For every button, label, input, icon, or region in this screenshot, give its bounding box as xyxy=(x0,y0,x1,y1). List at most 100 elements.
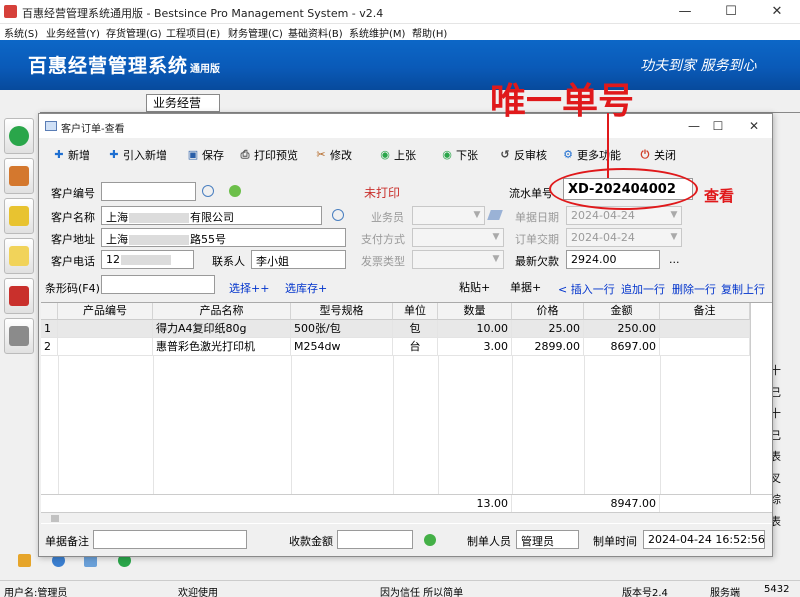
import-add-button[interactable]: ✚ 引入新增 xyxy=(108,147,167,163)
brand-title: 百惠经营管理系统 通用版 xyxy=(28,51,220,78)
order-date-picker[interactable]: 2024-04-24 ▼ xyxy=(566,228,682,247)
dialog-maximize-button[interactable]: ☐ xyxy=(703,116,733,136)
menu-maintenance[interactable]: 系统维护(M) xyxy=(349,25,405,40)
maximize-button[interactable]: ☐ xyxy=(708,0,754,24)
column-header[interactable]: 单位 xyxy=(393,303,438,320)
cell-unit[interactable]: 台 xyxy=(393,338,438,356)
column-header[interactable]: 数量 xyxy=(438,303,512,320)
paste-button[interactable]: 粘贴+ xyxy=(459,279,490,295)
left-tool-1[interactable] xyxy=(4,118,34,154)
menu-finance[interactable]: 财务管理(C) xyxy=(228,25,283,40)
copy-row-link[interactable]: 复制上行 xyxy=(721,281,765,297)
left-tool-6[interactable] xyxy=(4,318,34,354)
cell-qty[interactable]: 3.00 xyxy=(438,338,512,356)
add-button[interactable]: ✚ 新增 xyxy=(53,147,90,163)
left-tool-5[interactable] xyxy=(4,278,34,314)
next-button[interactable]: ◉ 下张 xyxy=(441,147,478,163)
green-dot-icon[interactable] xyxy=(229,185,241,197)
cell-unit[interactable]: 包 xyxy=(393,320,438,338)
select-link[interactable]: 选择++ xyxy=(229,280,269,296)
close-button[interactable]: ✕ xyxy=(754,0,800,24)
next-label: 下张 xyxy=(456,149,478,162)
cell-amount[interactable]: 8697.00 xyxy=(584,338,660,356)
book-icon xyxy=(9,286,29,306)
cell-name[interactable]: 惠普彩色激光打印机 xyxy=(153,338,291,356)
green-status-icon xyxy=(424,534,436,546)
customer-code-input[interactable] xyxy=(101,182,196,201)
insert-row-link[interactable]: < 插入一行 xyxy=(558,281,615,297)
more-functions-button[interactable]: ⚙ 更多功能 xyxy=(562,147,621,163)
print-preview-button[interactable]: ⎙ 打印预览 xyxy=(239,147,298,163)
phone-input[interactable]: 12 xyxy=(101,250,194,269)
menu-inventory[interactable]: 存货管理(G) xyxy=(106,25,162,40)
cell-code[interactable] xyxy=(58,338,153,356)
save-button[interactable]: ▣ 保存 xyxy=(187,147,224,163)
cell-spec[interactable]: 500张/包 xyxy=(291,320,393,338)
price-button[interactable]: 单据+ xyxy=(510,279,541,295)
key-icon[interactable] xyxy=(18,554,31,567)
column-header[interactable]: 产品编号 xyxy=(58,303,153,320)
cell-amount[interactable]: 250.00 xyxy=(584,320,660,338)
cell-note[interactable] xyxy=(660,338,750,356)
arrears-field[interactable]: 2924.00 xyxy=(566,250,660,269)
star-icon xyxy=(9,206,29,226)
total-qty: 13.00 xyxy=(438,495,512,513)
table-row[interactable]: 2 惠普彩色激光打印机 M254dw 台 3.00 2899.00 8697.0… xyxy=(41,338,750,356)
table-row[interactable]: 1 得力A4复印纸80g 500张/包 包 10.00 25.00 250.00 xyxy=(41,320,750,338)
invoice-type-select[interactable]: ▼ xyxy=(412,250,504,269)
received-input[interactable] xyxy=(337,530,413,549)
prev-icon: ◉ xyxy=(380,148,390,161)
gear-icon: ⚙ xyxy=(563,148,573,161)
menu-help[interactable]: 帮助(H) xyxy=(412,25,447,40)
delete-row-link[interactable]: 删除一行 xyxy=(672,281,716,297)
cell-name[interactable]: 得力A4复印纸80g xyxy=(153,320,291,338)
column-header[interactable]: 备注 xyxy=(660,303,750,320)
order-date-value: 2024-04-24 xyxy=(571,231,635,244)
customer-name-suffix: 有限公司 xyxy=(190,211,234,224)
append-row-link[interactable]: 追加一行 xyxy=(621,281,665,297)
arrears-more-button[interactable]: ... xyxy=(669,253,680,266)
scrollbar-thumb[interactable] xyxy=(51,515,59,522)
cell-price[interactable]: 2899.00 xyxy=(512,338,584,356)
column-header[interactable]: 产品名称 xyxy=(153,303,291,320)
close-dialog-button[interactable]: ⏻ 关闭 xyxy=(639,147,676,163)
prev-button[interactable]: ◉ 上张 xyxy=(379,147,416,163)
dialog-close-button[interactable]: ✕ xyxy=(739,116,769,136)
address-input[interactable]: 上海 路55号 xyxy=(101,228,346,247)
menu-basic-data[interactable]: 基础资料(B) xyxy=(288,25,343,40)
left-tool-3[interactable] xyxy=(4,198,34,234)
remark-input[interactable] xyxy=(93,530,247,549)
cell-note[interactable] xyxy=(660,320,750,338)
horizontal-scrollbar[interactable] xyxy=(41,512,772,523)
cell-code[interactable] xyxy=(58,320,153,338)
edit-button[interactable]: ✂ 修改 xyxy=(315,147,352,163)
contact-input[interactable]: 李小姐 xyxy=(251,250,346,269)
menu-projects[interactable]: 工程项目(E) xyxy=(166,25,220,40)
cell-spec[interactable]: M254dw xyxy=(291,338,393,356)
barcode-input[interactable] xyxy=(101,275,215,294)
tab-business[interactable]: 业务经营 xyxy=(146,94,220,112)
menu-business[interactable]: 业务经营(Y) xyxy=(46,25,100,40)
search-icon[interactable] xyxy=(202,185,214,197)
menu-system[interactable]: 系统(S) xyxy=(4,25,38,40)
pay-method-select[interactable]: ▼ xyxy=(412,228,504,247)
left-tool-2[interactable] xyxy=(4,158,34,194)
prev-label: 上张 xyxy=(394,149,416,162)
minimize-button[interactable]: — xyxy=(662,0,708,24)
eraser-icon[interactable] xyxy=(487,210,503,220)
cell-qty[interactable]: 10.00 xyxy=(438,320,512,338)
make-time-field[interactable]: 2024-04-24 16:52:56 xyxy=(643,530,765,549)
column-header[interactable]: 型号规格 xyxy=(291,303,393,320)
status-server: 服务端 xyxy=(710,588,740,597)
customer-name-input[interactable]: 上海 有限公司 xyxy=(101,206,322,225)
search-icon[interactable] xyxy=(332,209,344,221)
left-tool-4[interactable] xyxy=(4,238,34,274)
column-header[interactable]: 价格 xyxy=(512,303,584,320)
salesman-select[interactable]: ▼ xyxy=(412,206,485,225)
maker-field[interactable]: 管理员 xyxy=(516,530,579,549)
select-stock-link[interactable]: 选库存+ xyxy=(285,280,327,296)
customer-name-prefix: 上海 xyxy=(106,211,128,224)
unaudit-button[interactable]: ↺ 反审核 xyxy=(499,147,547,163)
cell-price[interactable]: 25.00 xyxy=(512,320,584,338)
column-header[interactable]: 金额 xyxy=(584,303,660,320)
